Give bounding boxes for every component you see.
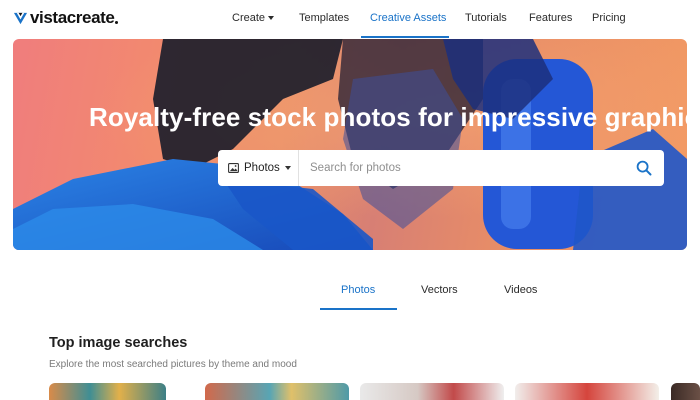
search-type-label: Photos	[244, 162, 280, 174]
tab-photos[interactable]: Photos	[341, 284, 375, 296]
tab-videos[interactable]: Videos	[504, 284, 537, 296]
vistacreate-logo-icon	[13, 12, 28, 24]
chevron-down-icon	[268, 16, 275, 21]
section-subtitle: Explore the most searched pictures by th…	[49, 359, 297, 370]
search-bar: Photos	[218, 150, 664, 186]
image-thumbnail[interactable]	[515, 383, 659, 400]
nav-creative-assets[interactable]: Creative Assets	[370, 12, 446, 24]
chevron-down-icon	[284, 166, 291, 170]
nav-templates[interactable]: Templates	[299, 12, 349, 24]
image-icon	[228, 163, 239, 173]
search-icon	[636, 160, 652, 176]
brand-dot	[115, 21, 119, 24]
nav-features[interactable]: Features	[529, 12, 572, 24]
nav-create[interactable]: Create	[232, 12, 275, 24]
tab-vectors[interactable]: Vectors	[421, 284, 458, 296]
section-title: Top image searches	[49, 335, 188, 351]
nav-tutorials[interactable]: Tutorials	[465, 12, 507, 24]
nav-pricing[interactable]: Pricing	[592, 12, 626, 24]
nav-active-indicator	[361, 36, 449, 38]
image-thumbnail[interactable]	[49, 383, 166, 400]
search-button[interactable]	[624, 150, 664, 186]
hero-title: Royalty-free stock photos for impressive…	[89, 102, 687, 132]
tab-active-indicator	[320, 308, 397, 310]
nav-create-label: Create	[232, 12, 266, 24]
top-navigation: vistacreate Create Templates Creative As…	[0, 0, 700, 38]
brand-name: vistacreate	[30, 8, 115, 27]
brand-logo[interactable]: vistacreate	[13, 8, 119, 28]
search-input[interactable]	[299, 150, 624, 186]
hero-banner: Royalty-free stock photos for impressive…	[13, 39, 687, 250]
image-thumbnail[interactable]	[205, 383, 349, 400]
image-thumbnail[interactable]	[360, 383, 504, 400]
hero-photo	[13, 39, 687, 250]
search-type-dropdown[interactable]: Photos	[218, 150, 299, 186]
image-thumbnail[interactable]	[671, 383, 700, 400]
